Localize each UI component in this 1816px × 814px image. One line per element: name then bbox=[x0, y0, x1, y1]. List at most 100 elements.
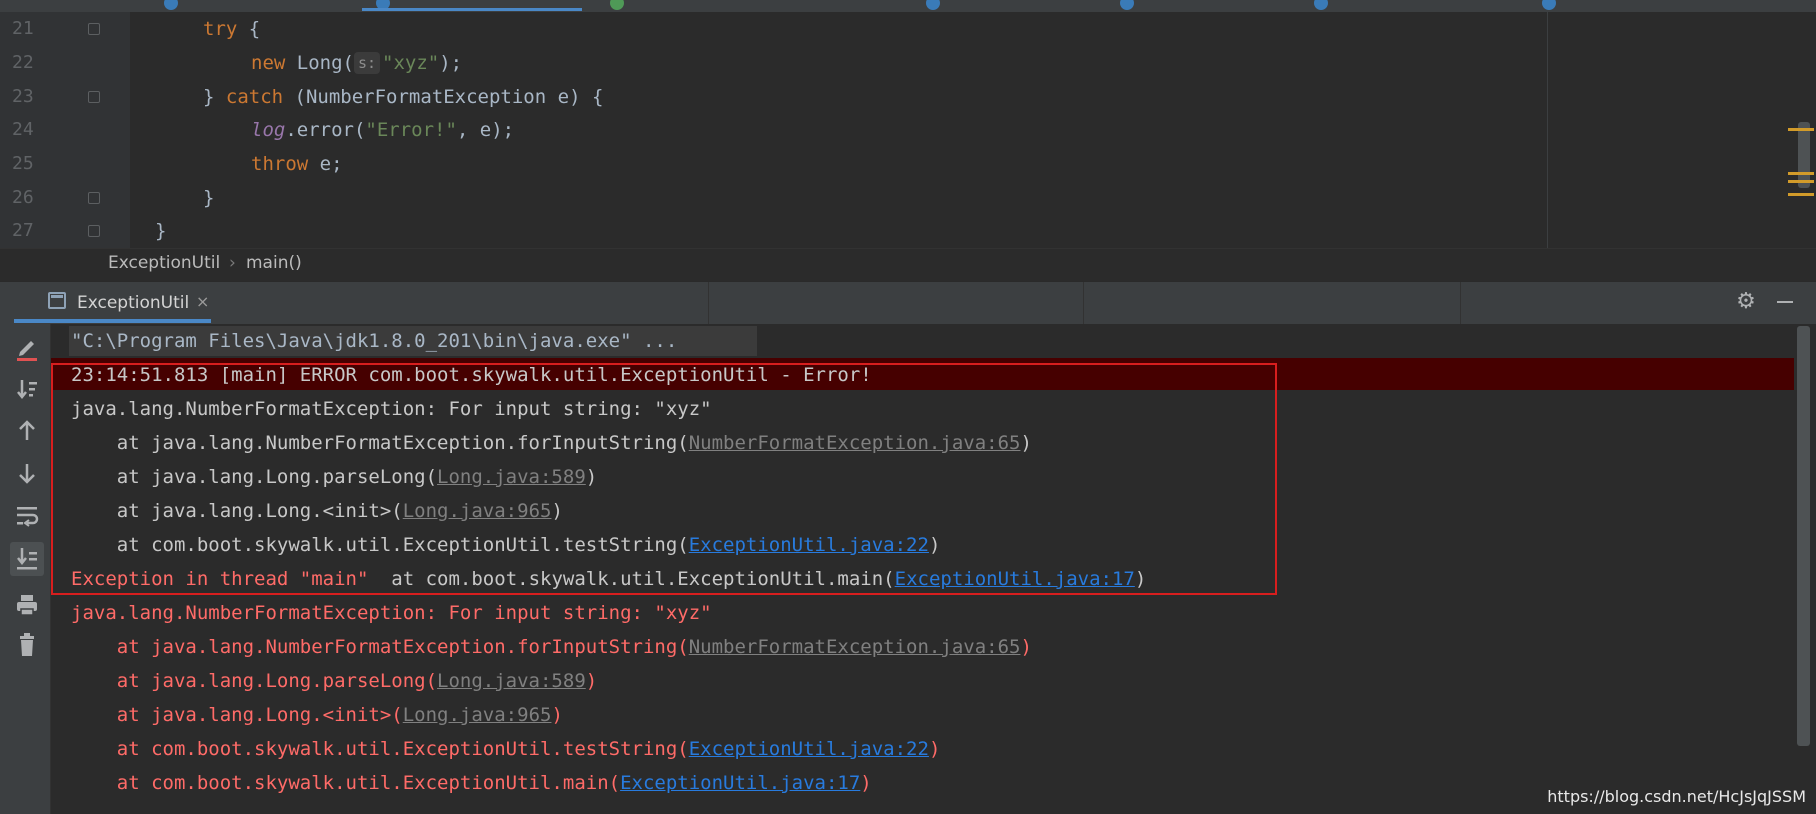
trash-icon[interactable] bbox=[12, 630, 42, 660]
close-tab-icon[interactable]: × bbox=[196, 292, 209, 311]
editor-tab[interactable] bbox=[912, 0, 1092, 12]
stack-frame-text: ) bbox=[1020, 636, 1032, 658]
source-link[interactable]: Long.java:589 bbox=[437, 466, 586, 488]
editor-scroll-thumb[interactable] bbox=[1798, 122, 1810, 188]
run-tool-window-header: ExceptionUtil × ⚙ bbox=[0, 281, 1816, 325]
stack-frame-text: ) bbox=[1134, 568, 1147, 590]
stack-frame-text: at java.lang.Long.parseLong( bbox=[71, 670, 438, 692]
code-text: .error( bbox=[285, 119, 366, 141]
editor-tab[interactable] bbox=[1528, 0, 1728, 12]
print-icon[interactable] bbox=[12, 590, 42, 620]
soft-wrap-icon[interactable] bbox=[12, 500, 42, 530]
console-command-line: "C:\Program Files\Java\jdk1.8.0_201\bin\… bbox=[71, 330, 678, 352]
stack-trace-line: at java.lang.NumberFormatException.forIn… bbox=[71, 632, 1032, 662]
stack-trace-line: at java.lang.Long.<init>(Long.java:965) bbox=[71, 700, 563, 730]
error-text: Exception in thread "main" bbox=[71, 568, 380, 590]
stack-frame-text: at com.boot.skywalk.util.ExceptionUtil.m… bbox=[71, 772, 621, 794]
stack-frame-text: ) bbox=[585, 466, 598, 488]
fold-marker-icon[interactable] bbox=[88, 192, 100, 204]
console-window-icon bbox=[48, 292, 66, 309]
code-line-21: try { bbox=[203, 12, 260, 46]
line-number: 22 bbox=[12, 52, 34, 73]
class-icon bbox=[1314, 0, 1328, 10]
line-number: 27 bbox=[12, 220, 34, 241]
editor-tab[interactable] bbox=[1300, 0, 1480, 12]
code-text: Long( bbox=[285, 52, 354, 74]
source-link[interactable]: NumberFormatException.java:65 bbox=[689, 636, 1021, 658]
console-log-line: 23:14:51.813 [main] ERROR com.boot.skywa… bbox=[71, 364, 872, 386]
source-link[interactable]: ExceptionUtil.java:17 bbox=[620, 772, 860, 794]
line-number: 26 bbox=[12, 187, 34, 208]
stack-trace-line: at java.lang.NumberFormatException.forIn… bbox=[71, 428, 1032, 458]
code-line-23: } catch (NumberFormatException e) { bbox=[203, 80, 603, 114]
code-text: , e); bbox=[456, 119, 515, 141]
run-tab-label: ExceptionUtil bbox=[77, 293, 190, 313]
arrow-down-icon[interactable] bbox=[12, 458, 42, 488]
stack-frame-text: at com.boot.skywalk.util.ExceptionUtil.t… bbox=[71, 738, 689, 760]
right-margin-guide bbox=[1547, 12, 1548, 248]
watermark: https://blog.csdn.net/HcJsJqJSSM bbox=[1547, 787, 1806, 806]
source-link[interactable]: Long.java:589 bbox=[437, 670, 586, 692]
editor-gutter: 21 22 23 24 25 26 27 bbox=[0, 12, 130, 248]
console-toolbar bbox=[0, 324, 51, 814]
console-scroll-thumb[interactable] bbox=[1797, 326, 1810, 746]
console-output[interactable]: "C:\Program Files\Java\jdk1.8.0_201\bin\… bbox=[51, 324, 1794, 814]
code-line-27: } bbox=[155, 220, 167, 242]
fold-marker-icon[interactable] bbox=[88, 23, 100, 35]
code-editor[interactable]: 21 22 23 24 25 26 27 try { new Long(s: "x… bbox=[0, 12, 1816, 248]
class-icon bbox=[1120, 0, 1134, 10]
keyword: try bbox=[203, 18, 238, 40]
stack-frame-text: at java.lang.Long.parseLong( bbox=[71, 466, 438, 488]
string-literal: "xyz" bbox=[382, 52, 440, 74]
class-icon bbox=[164, 0, 178, 10]
stack-frame-text: at java.lang.NumberFormatException.forIn… bbox=[71, 636, 689, 658]
fold-marker-icon[interactable] bbox=[88, 225, 100, 237]
code-line-26: } bbox=[203, 187, 215, 209]
static-field: log bbox=[251, 119, 286, 141]
scroll-to-end-icon[interactable] bbox=[10, 542, 44, 576]
divider bbox=[1083, 282, 1084, 324]
source-link[interactable]: Long.java:965 bbox=[403, 704, 552, 726]
stack-trace-line: at com.boot.skywalk.util.ExceptionUtil.t… bbox=[71, 734, 941, 764]
breadcrumb: ExceptionUtil › main() bbox=[0, 248, 1816, 281]
source-link[interactable]: NumberFormatException.java:65 bbox=[689, 432, 1021, 454]
line-number: 24 bbox=[12, 119, 34, 140]
source-link[interactable]: ExceptionUtil.java:17 bbox=[895, 568, 1135, 590]
stack-trace-line: at java.lang.Long.parseLong(Long.java:58… bbox=[71, 666, 597, 696]
warning-marker[interactable] bbox=[1788, 172, 1814, 175]
stack-frame-text: ) bbox=[928, 534, 941, 556]
breadcrumb-class[interactable]: ExceptionUtil bbox=[108, 253, 220, 273]
editor-tab[interactable] bbox=[1106, 0, 1286, 12]
stack-frame-text: ) bbox=[1020, 432, 1032, 454]
source-link[interactable]: Long.java:965 bbox=[403, 500, 552, 522]
warning-marker[interactable] bbox=[1788, 193, 1814, 196]
stack-frame-text: at java.lang.Long.<init>( bbox=[71, 500, 403, 522]
stack-frame-text: ) bbox=[585, 670, 598, 692]
minus-icon[interactable] bbox=[1777, 301, 1793, 303]
source-link[interactable]: ExceptionUtil.java:22 bbox=[689, 534, 929, 556]
stack-trace-line: at java.lang.Long.parseLong(Long.java:58… bbox=[71, 462, 597, 492]
active-tab-indicator bbox=[14, 319, 211, 323]
console-error-line: java.lang.NumberFormatException: For inp… bbox=[71, 602, 712, 624]
editor-tab[interactable] bbox=[150, 0, 350, 12]
arrow-up-icon[interactable] bbox=[12, 416, 42, 446]
warning-marker[interactable] bbox=[1788, 128, 1814, 131]
gear-icon[interactable]: ⚙ bbox=[1734, 290, 1758, 314]
edit-icon[interactable] bbox=[12, 332, 42, 362]
stack-trace-line: at java.lang.Long.<init>(Long.java:965) bbox=[71, 496, 563, 526]
run-tab[interactable]: ExceptionUtil × bbox=[14, 282, 214, 324]
sort-down-icon[interactable] bbox=[12, 374, 42, 404]
divider bbox=[708, 282, 709, 324]
active-tab-indicator bbox=[362, 8, 582, 11]
stack-frame-text: ) bbox=[860, 772, 872, 794]
line-number: 21 bbox=[12, 18, 34, 39]
warning-marker[interactable] bbox=[1788, 180, 1814, 183]
code-line-24: log.error("Error!", e); bbox=[251, 113, 514, 147]
editor-tab[interactable] bbox=[596, 0, 746, 12]
breadcrumb-method[interactable]: main() bbox=[246, 253, 302, 273]
source-link[interactable]: ExceptionUtil.java:22 bbox=[689, 738, 929, 760]
console-line: java.lang.NumberFormatException: For inp… bbox=[71, 398, 712, 420]
breadcrumb-separator: › bbox=[229, 253, 236, 273]
stack-trace-line: Exception in thread "main" at com.boot.s… bbox=[71, 564, 1146, 594]
fold-marker-icon[interactable] bbox=[88, 91, 100, 103]
